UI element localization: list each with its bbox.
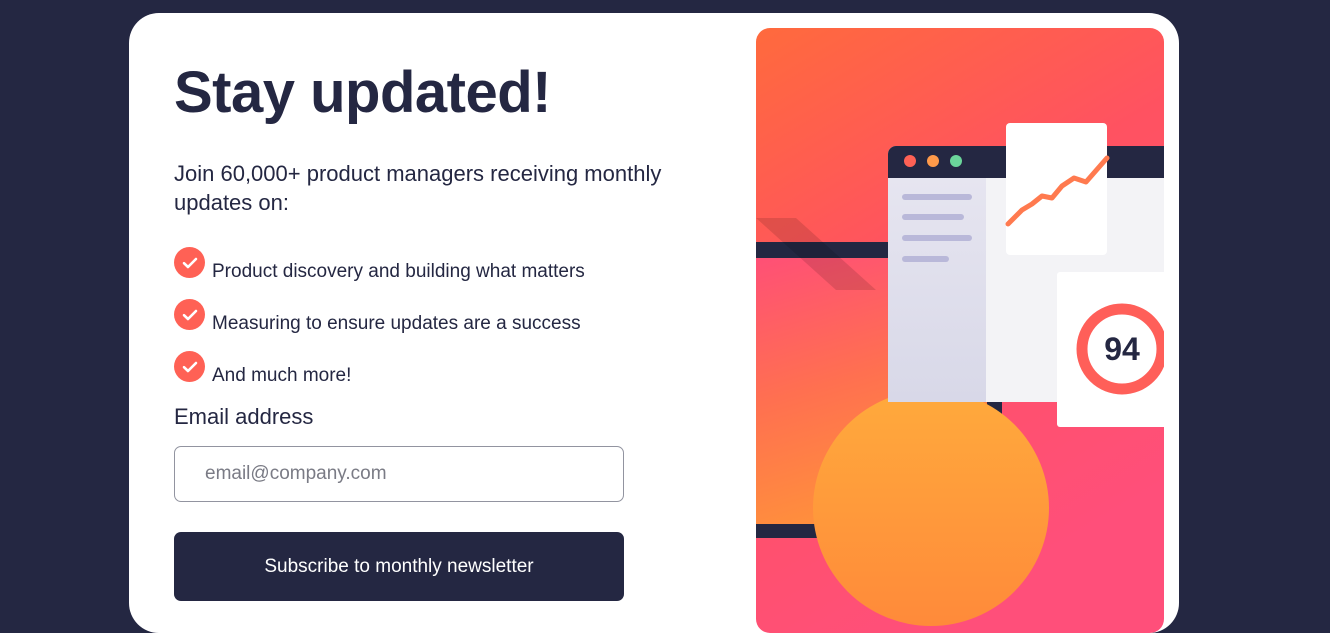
email-input[interactable]	[174, 446, 624, 502]
feature-text: Measuring to ensure updates are a succes…	[212, 313, 581, 334]
tablet-blob	[813, 390, 1049, 626]
sidebar-line	[902, 256, 949, 262]
score-value: 94	[1104, 331, 1140, 367]
window-close-dot	[904, 155, 916, 167]
email-label: Email address	[174, 404, 314, 429]
newsletter-card: Stay updated! Join 60,000+ product manag…	[129, 13, 1179, 633]
check-circle-icon	[174, 299, 205, 330]
subscribe-button[interactable]: Subscribe to monthly newsletter	[174, 532, 624, 601]
hero-illustration: 94	[756, 28, 1164, 633]
feature-text: Product discovery and building what matt…	[212, 261, 585, 282]
check-circle-icon	[174, 247, 205, 278]
window-minimize-dot	[927, 155, 939, 167]
intro-text: Join 60,000+ product managers receiving …	[174, 161, 662, 215]
browser-sidebar	[888, 178, 986, 402]
sidebar-line	[902, 235, 972, 241]
sidebar-line	[902, 214, 964, 220]
sidebar-line	[902, 194, 972, 200]
feature-text: And much more!	[212, 365, 352, 386]
check-circle-icon	[174, 351, 205, 382]
window-maximize-dot	[950, 155, 962, 167]
page-title: Stay updated!	[174, 60, 552, 125]
